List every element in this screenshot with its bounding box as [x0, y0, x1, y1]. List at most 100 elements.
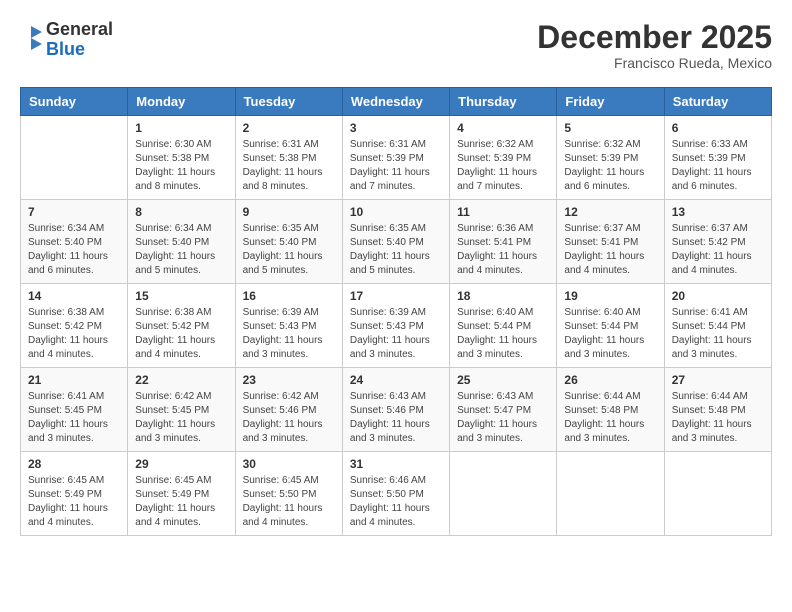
day-number: 31 — [350, 457, 442, 471]
day-number: 27 — [672, 373, 764, 387]
calendar-cell: 24 Sunrise: 6:43 AMSunset: 5:46 PMDayligh… — [342, 368, 449, 452]
weekday-header-row: SundayMondayTuesdayWednesdayThursdayFrid… — [21, 88, 772, 116]
day-info: Sunrise: 6:45 AMSunset: 5:49 PMDaylight:… — [28, 474, 120, 530]
day-number: 10 — [350, 205, 442, 219]
day-number: 24 — [350, 373, 442, 387]
day-number: 23 — [243, 373, 335, 387]
day-info: Sunrise: 6:39 AMSunset: 5:43 PMDaylight:… — [350, 306, 442, 362]
calendar-week-2: 7 Sunrise: 6:34 AMSunset: 5:40 PMDaylight… — [21, 200, 772, 284]
day-number: 6 — [672, 121, 764, 135]
calendar-cell: 12 Sunrise: 6:37 AMSunset: 5:41 PMDayligh… — [557, 200, 664, 284]
logo-general-text: General — [46, 20, 113, 40]
day-number: 21 — [28, 373, 120, 387]
calendar-cell: 31 Sunrise: 6:46 AMSunset: 5:50 PMDayligh… — [342, 452, 449, 536]
calendar-table: SundayMondayTuesdayWednesdayThursdayFrid… — [20, 87, 772, 536]
day-info: Sunrise: 6:36 AMSunset: 5:41 PMDaylight:… — [457, 222, 549, 278]
day-number: 11 — [457, 205, 549, 219]
title-area: December 2025 Francisco Rueda, Mexico — [537, 20, 772, 71]
day-number: 19 — [564, 289, 656, 303]
day-number: 20 — [672, 289, 764, 303]
day-number: 12 — [564, 205, 656, 219]
day-info: Sunrise: 6:30 AMSunset: 5:38 PMDaylight:… — [135, 138, 227, 194]
calendar-cell: 7 Sunrise: 6:34 AMSunset: 5:40 PMDaylight… — [21, 200, 128, 284]
calendar-cell: 30 Sunrise: 6:45 AMSunset: 5:50 PMDayligh… — [235, 452, 342, 536]
calendar-cell: 26Sunrise: 6:44 AMSunset: 5:48 PMDayligh… — [557, 368, 664, 452]
day-info: Sunrise: 6:46 AMSunset: 5:50 PMDaylight:… — [350, 474, 442, 530]
calendar-cell: 19 Sunrise: 6:40 AMSunset: 5:44 PMDayligh… — [557, 284, 664, 368]
calendar-cell — [557, 452, 664, 536]
day-info: Sunrise: 6:38 AMSunset: 5:42 PMDaylight:… — [135, 306, 227, 362]
weekday-header-wednesday: Wednesday — [342, 88, 449, 116]
day-number: 4 — [457, 121, 549, 135]
day-number: 16 — [243, 289, 335, 303]
day-info: Sunrise: 6:32 AMSunset: 5:39 PMDaylight:… — [457, 138, 549, 194]
logo: General Blue — [20, 20, 113, 60]
calendar-week-3: 14Sunrise: 6:38 AMSunset: 5:42 PMDayligh… — [21, 284, 772, 368]
weekday-header-tuesday: Tuesday — [235, 88, 342, 116]
day-number: 18 — [457, 289, 549, 303]
day-info: Sunrise: 6:43 AMSunset: 5:47 PMDaylight:… — [457, 390, 549, 446]
logo-flag-icon — [20, 24, 42, 56]
day-info: Sunrise: 6:31 AMSunset: 5:39 PMDaylight:… — [350, 138, 442, 194]
day-info: Sunrise: 6:44 AMSunset: 5:48 PMDaylight:… — [564, 390, 656, 446]
calendar-cell: 14Sunrise: 6:38 AMSunset: 5:42 PMDayligh… — [21, 284, 128, 368]
location-subtitle: Francisco Rueda, Mexico — [537, 55, 772, 71]
day-info: Sunrise: 6:38 AMSunset: 5:42 PMDaylight:… — [28, 306, 120, 362]
day-number: 13 — [672, 205, 764, 219]
day-number: 2 — [243, 121, 335, 135]
weekday-header-sunday: Sunday — [21, 88, 128, 116]
day-number: 7 — [28, 205, 120, 219]
day-info: Sunrise: 6:31 AMSunset: 5:38 PMDaylight:… — [243, 138, 335, 194]
calendar-week-4: 21 Sunrise: 6:41 AMSunset: 5:45 PMDayligh… — [21, 368, 772, 452]
day-number: 15 — [135, 289, 227, 303]
calendar-week-5: 28 Sunrise: 6:45 AMSunset: 5:49 PMDayligh… — [21, 452, 772, 536]
day-info: Sunrise: 6:45 AMSunset: 5:50 PMDaylight:… — [243, 474, 335, 530]
day-number: 17 — [350, 289, 442, 303]
day-number: 29 — [135, 457, 227, 471]
calendar-cell: 27 Sunrise: 6:44 AMSunset: 5:48 PMDayligh… — [664, 368, 771, 452]
day-info: Sunrise: 6:40 AMSunset: 5:44 PMDaylight:… — [564, 306, 656, 362]
day-info: Sunrise: 6:34 AMSunset: 5:40 PMDaylight:… — [28, 222, 120, 278]
day-info: Sunrise: 6:35 AMSunset: 5:40 PMDaylight:… — [350, 222, 442, 278]
calendar-cell: 4 Sunrise: 6:32 AMSunset: 5:39 PMDaylight… — [450, 116, 557, 200]
calendar-cell: 15 Sunrise: 6:38 AMSunset: 5:42 PMDayligh… — [128, 284, 235, 368]
calendar-cell: 10 Sunrise: 6:35 AMSunset: 5:40 PMDayligh… — [342, 200, 449, 284]
day-number: 25 — [457, 373, 549, 387]
day-info: Sunrise: 6:42 AMSunset: 5:46 PMDaylight:… — [243, 390, 335, 446]
logo-blue-text: Blue — [46, 40, 113, 60]
calendar-cell: 6 Sunrise: 6:33 AMSunset: 5:39 PMDaylight… — [664, 116, 771, 200]
day-number: 28 — [28, 457, 120, 471]
calendar-cell: 22 Sunrise: 6:42 AMSunset: 5:45 PMDayligh… — [128, 368, 235, 452]
weekday-header-thursday: Thursday — [450, 88, 557, 116]
day-info: Sunrise: 6:44 AMSunset: 5:48 PMDaylight:… — [672, 390, 764, 446]
calendar-cell: 11 Sunrise: 6:36 AMSunset: 5:41 PMDayligh… — [450, 200, 557, 284]
calendar-cell: 9Sunrise: 6:35 AMSunset: 5:40 PMDaylight… — [235, 200, 342, 284]
day-number: 30 — [243, 457, 335, 471]
calendar-cell: 17 Sunrise: 6:39 AMSunset: 5:43 PMDayligh… — [342, 284, 449, 368]
calendar-cell — [450, 452, 557, 536]
calendar-cell: 25 Sunrise: 6:43 AMSunset: 5:47 PMDayligh… — [450, 368, 557, 452]
calendar-cell — [664, 452, 771, 536]
calendar-cell: 16 Sunrise: 6:39 AMSunset: 5:43 PMDayligh… — [235, 284, 342, 368]
day-info: Sunrise: 6:40 AMSunset: 5:44 PMDaylight:… — [457, 306, 549, 362]
day-info: Sunrise: 6:42 AMSunset: 5:45 PMDaylight:… — [135, 390, 227, 446]
day-info: Sunrise: 6:41 AMSunset: 5:45 PMDaylight:… — [28, 390, 120, 446]
day-info: Sunrise: 6:39 AMSunset: 5:43 PMDaylight:… — [243, 306, 335, 362]
day-number: 22 — [135, 373, 227, 387]
calendar-cell — [21, 116, 128, 200]
calendar-cell: 29 Sunrise: 6:45 AMSunset: 5:49 PMDayligh… — [128, 452, 235, 536]
day-info: Sunrise: 6:33 AMSunset: 5:39 PMDaylight:… — [672, 138, 764, 194]
day-info: Sunrise: 6:34 AMSunset: 5:40 PMDaylight:… — [135, 222, 227, 278]
calendar-cell: 28 Sunrise: 6:45 AMSunset: 5:49 PMDayligh… — [21, 452, 128, 536]
calendar-cell: 8Sunrise: 6:34 AMSunset: 5:40 PMDaylight… — [128, 200, 235, 284]
weekday-header-friday: Friday — [557, 88, 664, 116]
day-info: Sunrise: 6:45 AMSunset: 5:49 PMDaylight:… — [135, 474, 227, 530]
calendar-cell: 1Sunrise: 6:30 AMSunset: 5:38 PMDaylight… — [128, 116, 235, 200]
month-title: December 2025 — [537, 20, 772, 55]
day-info: Sunrise: 6:41 AMSunset: 5:44 PMDaylight:… — [672, 306, 764, 362]
day-info: Sunrise: 6:37 AMSunset: 5:41 PMDaylight:… — [564, 222, 656, 278]
day-number: 5 — [564, 121, 656, 135]
calendar-week-1: 1Sunrise: 6:30 AMSunset: 5:38 PMDaylight… — [21, 116, 772, 200]
day-info: Sunrise: 6:37 AMSunset: 5:42 PMDaylight:… — [672, 222, 764, 278]
day-info: Sunrise: 6:43 AMSunset: 5:46 PMDaylight:… — [350, 390, 442, 446]
